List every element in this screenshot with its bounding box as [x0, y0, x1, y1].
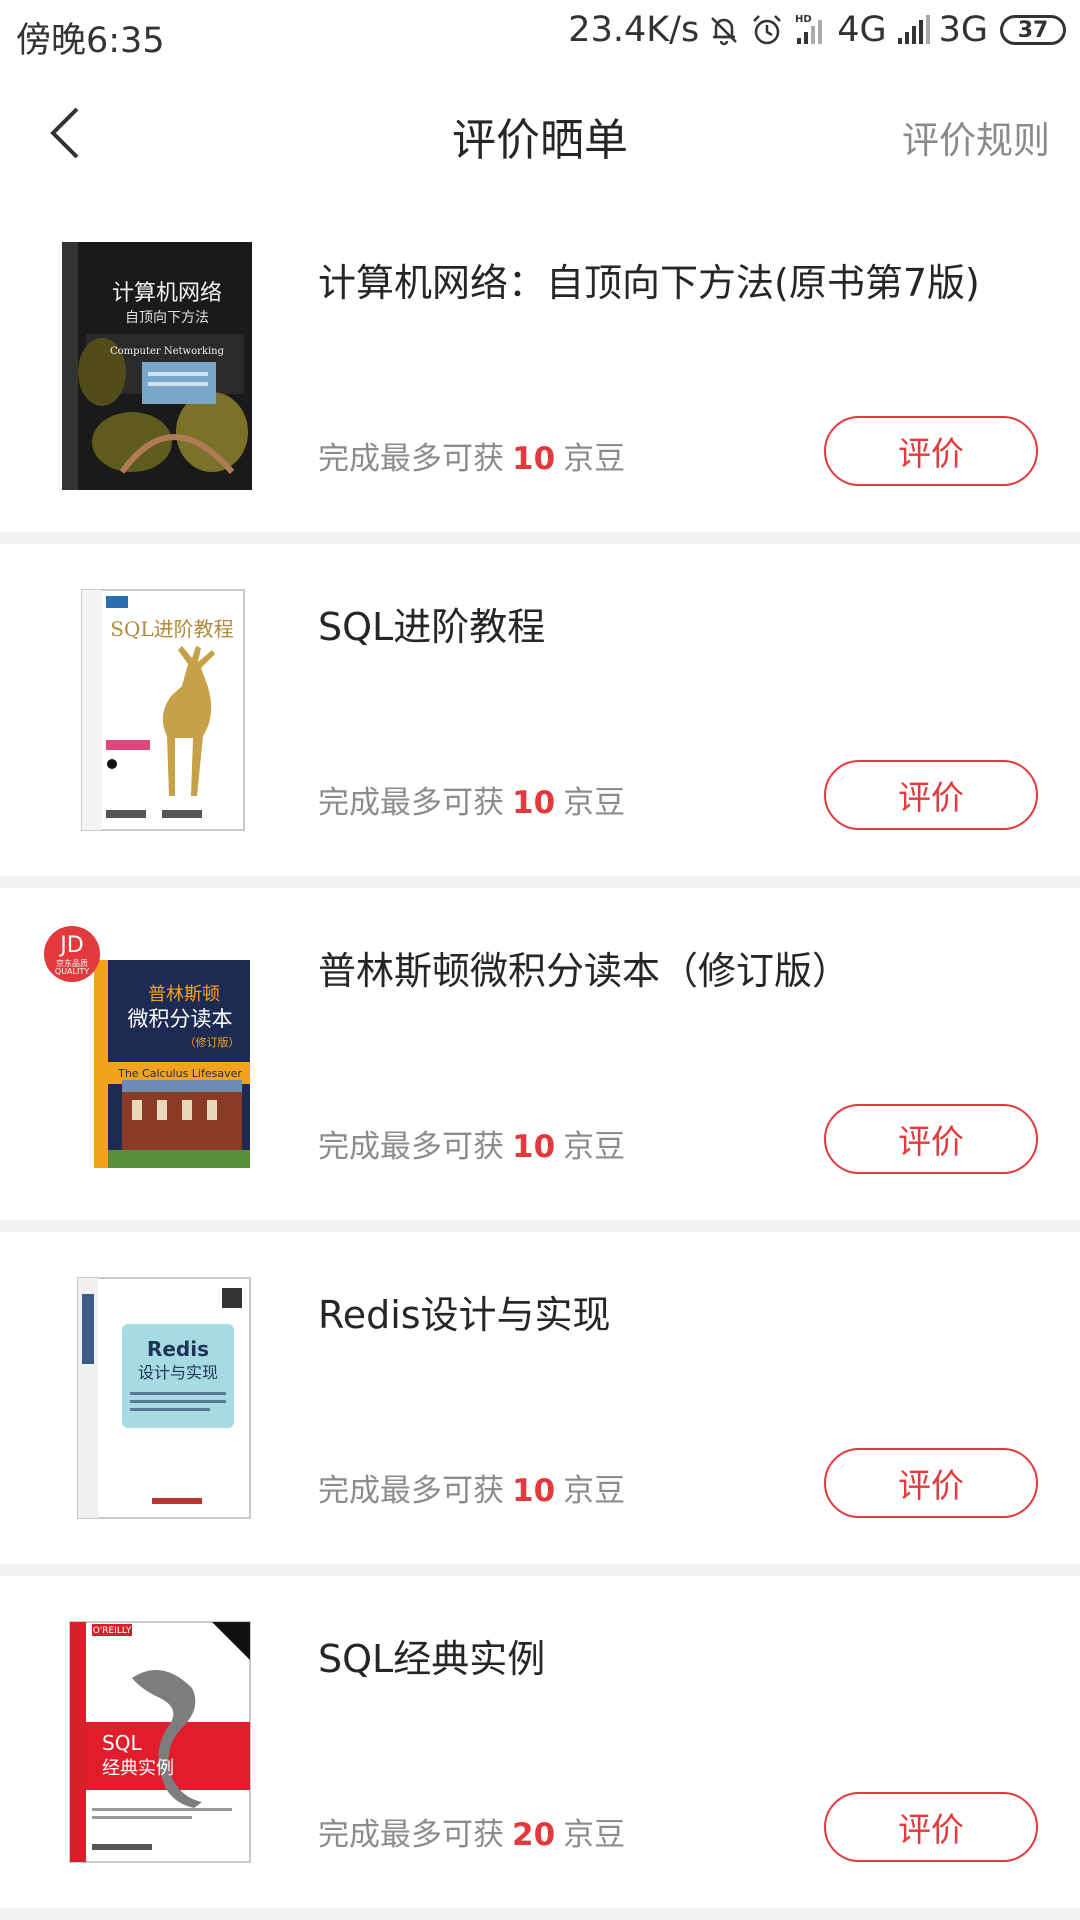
product-title: 计算机网络：自顶向下方法(原书第7版) — [318, 261, 980, 305]
network-4g-label: 4G — [837, 10, 887, 50]
nav-bar: 评价晒单 评价规则 — [0, 68, 1080, 200]
bean-count: 20 — [512, 1817, 556, 1853]
cover-subtitle: 自顶向下方法 — [125, 310, 209, 326]
product-title: SQL经典实例 — [318, 1637, 546, 1681]
cover-english: The Calculus Lifesaver — [117, 1067, 242, 1080]
reward-prefix: 完成最多可获 — [318, 785, 504, 821]
status-time: 傍晚6:35 — [16, 21, 165, 61]
jd-quality-badge: JD 京东品质 QUALITY — [44, 926, 100, 982]
reward-prefix: 完成最多可获 — [318, 1129, 504, 1165]
mute-bell-icon — [711, 17, 738, 46]
product-title: Redis设计与实现 — [318, 1293, 611, 1337]
list-item: O'REILLY SQL 经典实例 SQL经典实例 完成最多可获 20 京豆 评价 — [0, 1576, 1080, 1908]
cover-title: 普林斯顿 — [148, 984, 220, 1005]
reward-suffix: 京豆 — [563, 441, 626, 477]
reward-prefix: 完成最多可获 — [318, 441, 504, 477]
book-cover-image: Redis 设计与实现 — [77, 1277, 251, 1519]
rate-button[interactable]: 评价 — [824, 416, 1038, 486]
rate-button[interactable]: 评价 — [824, 1104, 1038, 1174]
cover-edition: （修订版） — [185, 1035, 240, 1049]
reward-text: 完成最多可获 10 京豆 — [318, 1465, 625, 1510]
reward-suffix: 京豆 — [563, 1473, 626, 1509]
status-bar: 傍晚6:35 23.4K/s HD 4G 3G 37 — [0, 0, 1080, 68]
book-cover-image: SQL进阶教程 — [81, 589, 245, 831]
rate-button[interactable]: 评价 — [824, 1448, 1038, 1518]
cover-subtitle: 设计与实现 — [138, 1363, 218, 1382]
cover-brand: O'REILLY — [93, 1626, 132, 1636]
hd-signal-icon: HD — [795, 14, 823, 44]
rate-button[interactable]: 评价 — [824, 760, 1038, 830]
cover-subtitle: 经典实例 — [102, 1758, 174, 1779]
cover-subtitle: 微积分读本 — [128, 1007, 233, 1031]
bean-count: 10 — [512, 1129, 556, 1165]
cover-title: 计算机网络 — [112, 281, 222, 306]
battery-indicator: 37 — [1000, 15, 1066, 45]
jd-badge-main: JD — [60, 933, 84, 958]
reward-prefix: 完成最多可获 — [318, 1817, 504, 1853]
signal-bars-icon — [897, 15, 930, 44]
list-item: 计算机网络 自顶向下方法 Computer Networking 计算机网络：自… — [0, 200, 1080, 532]
reward-suffix: 京豆 — [563, 1817, 626, 1853]
alarm-icon — [753, 15, 782, 45]
cover-title: SQL — [102, 1731, 142, 1755]
reward-text: 完成最多可获 10 京豆 — [318, 433, 625, 478]
cover-title: SQL进阶教程 — [110, 617, 233, 641]
product-title: 普林斯顿微积分读本（修订版） — [318, 949, 851, 993]
svg-text:HD: HD — [795, 14, 812, 25]
product-title: SQL进阶教程 — [318, 605, 546, 649]
rating-rules-link[interactable]: 评价规则 — [902, 110, 1050, 164]
list-item: Redis 设计与实现 Redis设计与实现 完成最多可获 10 京豆 评价 — [0, 1232, 1080, 1564]
book-cover-image: 计算机网络 自顶向下方法 Computer Networking — [62, 242, 252, 490]
reward-text: 完成最多可获 10 京豆 — [318, 1121, 625, 1166]
rate-button[interactable]: 评价 — [824, 1792, 1038, 1862]
status-icons: 23.4K/s HD 4G 3G 37 — [568, 10, 1066, 50]
cover-english: Computer Networking — [110, 346, 225, 357]
net-speed: 23.4K/s — [568, 10, 700, 50]
bean-count: 10 — [512, 785, 556, 821]
reward-text: 完成最多可获 10 京豆 — [318, 777, 625, 822]
reward-prefix: 完成最多可获 — [318, 1473, 504, 1509]
reward-suffix: 京豆 — [563, 1129, 626, 1165]
cover-title: Redis — [147, 1337, 209, 1361]
reward-suffix: 京豆 — [563, 785, 626, 821]
bean-count: 10 — [512, 441, 556, 477]
list-item: SQL进阶教程 SQL进阶教程 完成最多可获 10 京豆 评价 — [0, 544, 1080, 876]
network-3g-label: 3G — [938, 10, 988, 50]
jd-badge-sub: 京东品质 QUALITY — [54, 959, 90, 976]
bean-count: 10 — [512, 1473, 556, 1509]
book-cover-image: O'REILLY SQL 经典实例 — [69, 1621, 251, 1863]
list-item: JD 京东品质 QUALITY 普林斯顿 微积分读本 （修订版） The Cal… — [0, 888, 1080, 1220]
order-review-list: 计算机网络 自顶向下方法 Computer Networking 计算机网络：自… — [0, 200, 1080, 1920]
reward-text: 完成最多可获 20 京豆 — [318, 1809, 625, 1854]
